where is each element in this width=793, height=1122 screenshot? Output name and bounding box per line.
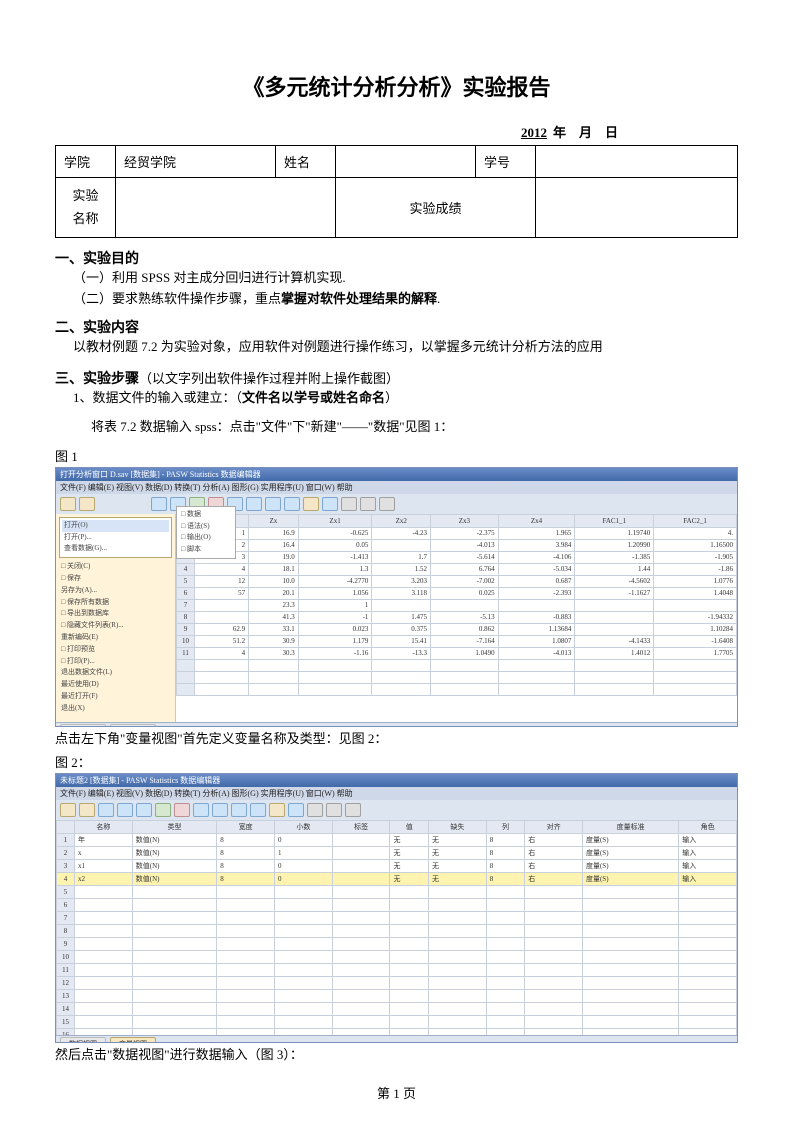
toolbar-btn[interactable] (79, 803, 95, 817)
figure-2-label: 图 2： (55, 752, 738, 771)
ss1-toolbar (56, 494, 737, 514)
score-label: 实验成绩 (336, 178, 536, 238)
toolbar-btn[interactable] (379, 497, 395, 511)
sec2-line1: 以教材例题 7.2 为实验对象，应用软件对例题进行操作练习，以掌握多元统计分析方… (73, 337, 738, 358)
ss1-file-menu: 打开(O) 打开(P)... 查看数据(G)... □ 数据 □ 语法(S) □… (56, 514, 176, 722)
toolbar-btn[interactable] (307, 803, 323, 817)
menu-item[interactable]: □ 关闭(C) (59, 561, 172, 573)
submenu-item[interactable]: □ 脚本 (179, 544, 233, 556)
toolbar-btn[interactable] (265, 497, 281, 511)
name-label: 姓名 (276, 146, 336, 178)
ss2-menubar: 文件(F) 编辑(E) 视图(V) 数据(D) 转换(T) 分析(A) 图形(G… (56, 787, 737, 800)
toolbar-btn[interactable] (193, 803, 209, 817)
sec3-line1: 1、数据文件的输入或建立：（文件名以学号或姓名命名） (73, 388, 738, 409)
menu-item[interactable]: 退出(X) (59, 703, 172, 715)
ss2-status: 数据视图 变量视图 (56, 1035, 737, 1043)
ss1-menubar: 文件(F) 编辑(E) 视图(V) 数据(D) 转换(T) 分析(A) 图形(G… (56, 481, 737, 494)
toolbar-btn[interactable] (360, 497, 376, 511)
menu-item[interactable]: □ 保存 (59, 573, 172, 585)
sec3-line2: 将表 7.2 数据输入 spss：点击"文件"下"新建"——"数据"见图 1： (91, 417, 738, 438)
submenu: □ 数据 □ 语法(S) □ 输出(O) □ 脚本 (176, 506, 236, 559)
tab-data-view[interactable]: 数据视图 (60, 1037, 106, 1043)
toolbar-btn[interactable] (212, 803, 228, 817)
toolbar-btn[interactable] (284, 497, 300, 511)
header-table: 学院 经贸学院 姓名 学号 实验名称 实验成绩 (55, 145, 738, 238)
menu-item[interactable]: □ 导出到数据库 (59, 608, 172, 620)
menu-item[interactable]: 打开(P)... (62, 532, 169, 544)
name-value (336, 146, 476, 178)
screenshot-2: 未标题2 [数据集] - PASW Statistics 数据编辑器 文件(F)… (55, 773, 738, 1043)
menu-item[interactable]: 最近使用(D) (59, 679, 172, 691)
exp-name-label: 实验名称 (56, 178, 116, 238)
toolbar-btn[interactable] (231, 803, 247, 817)
toolbar-btn[interactable] (303, 497, 319, 511)
toolbar-btn[interactable] (288, 803, 304, 817)
toolbar-btn[interactable] (151, 497, 167, 511)
sec1-line1: （一）利用 SPSS 对主成分回归进行计算机实现. (73, 268, 738, 289)
toolbar-btn[interactable] (250, 803, 266, 817)
tab-data-view[interactable]: 数据视图 (60, 724, 106, 727)
ss1-titlebar: 打开分析窗口 D.sav [数据集] - PASW Statistics 数据编… (56, 468, 737, 481)
toolbar-btn[interactable] (117, 803, 133, 817)
toolbar-btn[interactable] (326, 803, 342, 817)
ss2-toolbar (56, 800, 737, 820)
toolbar-btn[interactable] (79, 497, 95, 511)
section-3-title: 三、实验步骤（以文字列出软件操作过程并附上操作截图） (55, 368, 738, 388)
college-value: 经贸学院 (116, 146, 276, 178)
submenu-item[interactable]: □ 数据 (179, 509, 233, 521)
ss1-status: 数据视图 变量视图 (56, 722, 737, 727)
toolbar-btn[interactable] (98, 803, 114, 817)
tab-variable-view[interactable]: 变量视图 (110, 724, 156, 727)
id-label: 学号 (476, 146, 536, 178)
menu-item[interactable]: 最近打开(F) (59, 691, 172, 703)
college-label: 学院 (56, 146, 116, 178)
ss2-titlebar: 未标题2 [数据集] - PASW Statistics 数据编辑器 (56, 774, 737, 787)
menu-item[interactable]: 打开(O) (62, 520, 169, 532)
menu-item[interactable]: □ 保存所有数据 (59, 597, 172, 609)
section-1-title: 一、实验目的 (55, 248, 738, 268)
toolbar-btn[interactable] (345, 803, 361, 817)
page-title: 《多元统计分析分析》实验报告 (55, 70, 738, 102)
submenu-item[interactable]: □ 语法(S) (179, 521, 233, 533)
menu-item[interactable]: □ 隐藏文件列表(R)... (59, 620, 172, 632)
ss2-variable-grid[interactable]: 名称类型宽度小数标签值缺失列对齐度量标准角色1年数值(N)80无无8右度量(S)… (56, 820, 737, 1035)
sec1-line2: （二）要求熟练软件操作步骤，重点掌握对软件处理结果的解释. (73, 289, 738, 310)
toolbar-btn[interactable] (341, 497, 357, 511)
id-value (536, 146, 738, 178)
toolbar-btn[interactable] (269, 803, 285, 817)
page-number: 第 1 页 (0, 1083, 793, 1102)
menu-item[interactable]: 退出数据文件(L) (59, 667, 172, 679)
toolbar-btn[interactable] (246, 497, 262, 511)
screenshot-1: 打开分析窗口 D.sav [数据集] - PASW Statistics 数据编… (55, 467, 738, 727)
toolbar-btn[interactable] (136, 803, 152, 817)
year: 2012 (515, 125, 553, 140)
toolbar-btn[interactable] (174, 803, 190, 817)
date-line: 2012年 月 日 (55, 122, 738, 141)
score-value (536, 178, 738, 238)
figure-2-caption: 然后点击"数据视图"进行数据输入（图 3）： (55, 1045, 738, 1066)
toolbar-btn[interactable] (322, 497, 338, 511)
toolbar-btn[interactable] (60, 803, 76, 817)
menu-item[interactable]: 另存为(A)... (59, 585, 172, 597)
toolbar-btn[interactable] (155, 803, 171, 817)
menu-item[interactable]: □ 打印(P)... (59, 656, 172, 668)
submenu-item[interactable]: □ 输出(O) (179, 532, 233, 544)
tab-variable-view[interactable]: 变量视图 (110, 1037, 156, 1043)
figure-1-caption: 点击左下角"变量视图"首先定义变量名称及类型：见图 2： (55, 729, 738, 750)
ss1-data-grid[interactable]: 年份ZxZx1Zx2Zx3Zx4FAC1_1FAC2_11116.9-0.625… (176, 514, 737, 722)
exp-name-value (116, 178, 336, 238)
toolbar-btn[interactable] (60, 497, 76, 511)
section-2-title: 二、实验内容 (55, 317, 738, 337)
menu-item[interactable]: 重新编码(E) (59, 632, 172, 644)
menu-item[interactable]: □ 打印预览 (59, 644, 172, 656)
figure-1-label: 图 1 (55, 446, 738, 465)
menu-item[interactable]: 查看数据(G)... (62, 543, 169, 555)
